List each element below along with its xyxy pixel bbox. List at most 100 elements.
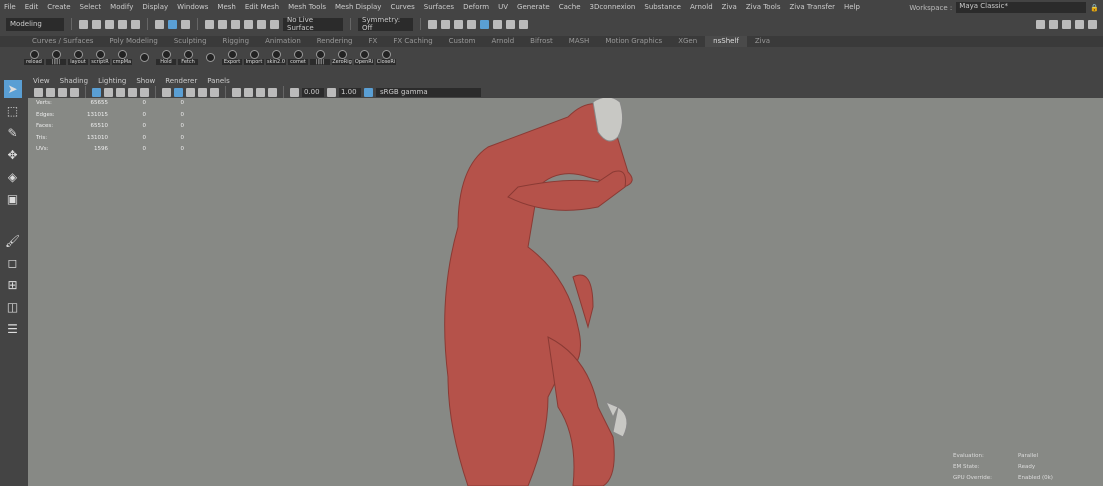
attribute-editor-icon[interactable]	[1062, 19, 1071, 29]
redo-icon[interactable]	[131, 19, 140, 29]
select-hierarchy-icon[interactable]	[155, 19, 164, 29]
gamma-icon[interactable]	[327, 87, 336, 97]
menu-generate[interactable]: Generate	[517, 3, 550, 11]
snap-pivot-icon[interactable]	[270, 19, 279, 29]
render-settings-icon[interactable]	[467, 19, 476, 29]
menu-substance[interactable]: Substance	[644, 3, 681, 11]
menu-mesh-display[interactable]: Mesh Display	[335, 3, 381, 11]
undo-icon[interactable]	[118, 19, 127, 29]
rotate-tool-icon[interactable]: ◈	[4, 168, 22, 186]
safe-action-icon[interactable]	[140, 87, 149, 97]
new-scene-icon[interactable]	[79, 19, 88, 29]
arnold-render-icon[interactable]	[493, 19, 502, 29]
menu-file[interactable]: File	[4, 3, 16, 11]
shelf-button[interactable]: CloseRi	[376, 50, 396, 65]
scale-tool-icon[interactable]: ▣	[4, 190, 22, 208]
open-scene-icon[interactable]	[92, 19, 101, 29]
bookmark-icon[interactable]	[58, 87, 67, 97]
shadows-icon[interactable]	[210, 87, 219, 97]
color-management-icon[interactable]	[364, 87, 373, 97]
scissors-icon[interactable]	[506, 19, 515, 29]
menu-create[interactable]: Create	[47, 3, 70, 11]
symmetry-select[interactable]: Symmetry: Off	[358, 16, 413, 32]
pause-icon[interactable]	[519, 19, 528, 29]
shelf-tab-motion-graphics[interactable]: Motion Graphics	[597, 36, 670, 47]
live-surface-field[interactable]: No Live Surface	[283, 16, 343, 32]
select-object-icon[interactable]	[168, 19, 177, 29]
viewport[interactable]: View Shading Lighting Show Renderer Panels 0.…	[28, 77, 1103, 486]
muscle-model[interactable]	[28, 77, 1103, 486]
xray-icon[interactable]	[268, 87, 277, 97]
menu-ziva[interactable]: Ziva	[722, 3, 737, 11]
menu-deform[interactable]: Deform	[463, 3, 489, 11]
shelf-tab-animation[interactable]: Animation	[257, 36, 309, 47]
resolution-gate-icon[interactable]	[104, 87, 113, 97]
shelf-button[interactable]: ZeroRig	[332, 50, 352, 65]
channel-box-icon[interactable]	[1088, 19, 1097, 29]
menu-3dconnexion[interactable]: 3Dconnexion	[590, 3, 636, 11]
motion-blur-icon[interactable]	[244, 87, 253, 97]
exposure-field[interactable]: 0.00	[302, 87, 324, 97]
shelf-tab-sculpting[interactable]: Sculpting	[166, 36, 215, 47]
menu-cache[interactable]: Cache	[559, 3, 581, 11]
field-chart-icon[interactable]	[128, 87, 137, 97]
isolate-icon[interactable]	[256, 87, 265, 97]
modeling-toolkit-icon[interactable]	[1036, 19, 1045, 29]
gamma-field[interactable]: 1.00	[339, 87, 361, 97]
select-tool-icon[interactable]: ➤	[3, 80, 22, 98]
shelf-tab-mash[interactable]: MASH	[561, 36, 598, 47]
shelf-button[interactable]: comet	[288, 50, 308, 65]
ipr-render-icon[interactable]	[454, 19, 463, 29]
shelf-tab-xgen[interactable]: XGen	[670, 36, 705, 47]
snap-surface-icon[interactable]	[257, 19, 266, 29]
gate-mask-icon[interactable]	[116, 87, 125, 97]
shelf-button[interactable]: |||||	[310, 50, 330, 65]
hypershade-icon[interactable]	[480, 19, 489, 29]
menu-select[interactable]: Select	[80, 3, 102, 11]
panel-menu-shading[interactable]: Shading	[60, 77, 88, 86]
shelf-button[interactable]: Import	[244, 50, 264, 65]
lock-icon[interactable]: 🔒	[1090, 4, 1099, 12]
menu-display[interactable]: Display	[142, 3, 168, 11]
shelf-button[interactable]: scriptR	[90, 50, 110, 65]
menu-ziva-transfer[interactable]: Ziva Transfer	[789, 3, 835, 11]
menu-edit-mesh[interactable]: Edit Mesh	[245, 3, 279, 11]
menu-modify[interactable]: Modify	[110, 3, 133, 11]
shelf-button[interactable]: skin2.0	[266, 50, 286, 65]
film-gate-icon[interactable]	[92, 87, 101, 97]
tool-settings-icon[interactable]	[1075, 19, 1084, 29]
shelf-button[interactable]: layout	[68, 50, 88, 65]
shelf-tab-poly-modeling[interactable]: Poly Modeling	[101, 36, 165, 47]
panel-menu-view[interactable]: View	[33, 77, 50, 86]
save-scene-icon[interactable]	[105, 19, 114, 29]
shelf-tab-fx[interactable]: FX	[361, 36, 386, 47]
render-view-icon[interactable]	[428, 19, 437, 29]
menu-mesh[interactable]: Mesh	[217, 3, 235, 11]
move-tool-icon[interactable]: ✥	[4, 146, 22, 164]
menu-edit[interactable]: Edit	[25, 3, 39, 11]
render-icon[interactable]	[441, 19, 450, 29]
sculpt-tool-icon[interactable]: 🖌	[4, 232, 22, 250]
lasso-tool-icon[interactable]: ⬚	[4, 102, 22, 120]
panel-menu-panels[interactable]: Panels	[207, 77, 230, 86]
single-view-icon[interactable]: ◻	[4, 254, 22, 272]
menu-surfaces[interactable]: Surfaces	[424, 3, 454, 11]
four-view-icon[interactable]: ⊞	[4, 276, 22, 294]
shelf-button[interactable]	[134, 53, 154, 62]
outliner-icon[interactable]: ☰	[4, 320, 22, 338]
shelf-tab-custom[interactable]: Custom	[441, 36, 484, 47]
color-space-select[interactable]: sRGB gamma	[376, 87, 481, 97]
shelf-button[interactable]: Fetch	[178, 50, 198, 65]
shelf-button[interactable]: Hold	[156, 50, 176, 65]
menu-curves[interactable]: Curves	[390, 3, 414, 11]
menu-windows[interactable]: Windows	[177, 3, 208, 11]
shelf-tab-curves-surfaces[interactable]: Curves / Surfaces	[24, 36, 101, 47]
panel-menu-show[interactable]: Show	[136, 77, 155, 86]
shelf-tab-rendering[interactable]: Rendering	[309, 36, 361, 47]
two-view-icon[interactable]: ◫	[4, 298, 22, 316]
snap-view-icon[interactable]	[244, 19, 253, 29]
lights-icon[interactable]	[198, 87, 207, 97]
panel-menu-lighting[interactable]: Lighting	[98, 77, 126, 86]
shelf-tab-ziva[interactable]: Ziva	[747, 36, 778, 47]
menu-help[interactable]: Help	[844, 3, 860, 11]
